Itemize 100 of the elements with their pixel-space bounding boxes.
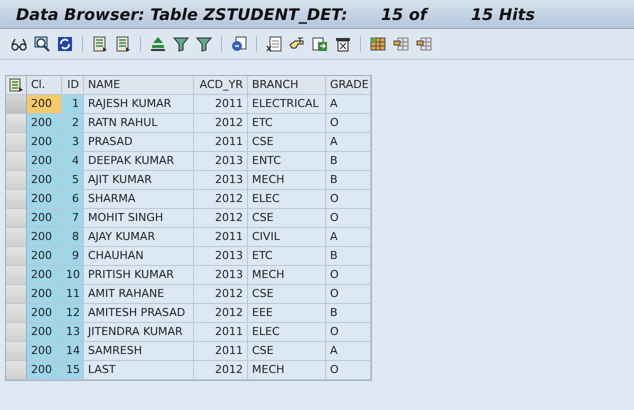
list-document-icon[interactable] [91, 35, 109, 53]
table-cell: 200 [27, 95, 62, 114]
table-cell: 200 [27, 247, 62, 266]
table-cell: O [326, 285, 371, 304]
table-cell: MECH [248, 361, 326, 380]
table-cell: A [326, 342, 371, 361]
table-cell: 2011 [194, 133, 248, 152]
table-cell: 12 [62, 304, 84, 323]
refresh-icon[interactable] [56, 35, 74, 53]
column-header[interactable]: GRADE [326, 76, 371, 95]
table-cell: 2011 [194, 228, 248, 247]
table-cell: SAMRESH [84, 342, 194, 361]
table-cell: A [326, 228, 371, 247]
table-cell: O [326, 266, 371, 285]
table-cell: B [326, 152, 371, 171]
table-cell: 200 [27, 133, 62, 152]
table-cell: 10 [62, 266, 84, 285]
export-icon[interactable] [311, 35, 329, 53]
table-cell: 14 [62, 342, 84, 361]
table-cell: ELECTRICAL [248, 95, 326, 114]
table-cell: 4 [62, 152, 84, 171]
table-cell: 2 [62, 114, 84, 133]
table-cell: B [326, 171, 371, 190]
list-document-icon[interactable] [9, 78, 23, 92]
table-cell: SHARMA [84, 190, 194, 209]
table-cell: 13 [62, 323, 84, 342]
table-cell: MOHIT SINGH [84, 209, 194, 228]
table-cell: MECH [248, 266, 326, 285]
table-cell: 2012 [194, 209, 248, 228]
table-cell: 8 [62, 228, 84, 247]
table-cell: ETC [248, 114, 326, 133]
table-cell: PRASAD [84, 133, 194, 152]
table-cell: 200 [27, 190, 62, 209]
table-cell: 200 [27, 228, 62, 247]
table-cell: 6 [62, 190, 84, 209]
table-cell: AJAY KUMAR [84, 228, 194, 247]
table-cell: ENTC [248, 152, 326, 171]
table-cell: CIVIL [248, 228, 326, 247]
table-cell: 2012 [194, 114, 248, 133]
table-cell: 200 [27, 266, 62, 285]
table-cell: 11 [62, 285, 84, 304]
list-document-icon[interactable] [114, 35, 132, 53]
table-cell: 2012 [194, 285, 248, 304]
table-cell: MECH [248, 171, 326, 190]
table-cell: 2011 [194, 323, 248, 342]
table-cell: 15 [62, 361, 84, 380]
stack-icon[interactable] [149, 35, 167, 53]
column-header[interactable]: ID [62, 76, 84, 95]
layout-button[interactable] [6, 76, 27, 95]
pages-icon[interactable] [230, 35, 248, 53]
table-cell: 2012 [194, 361, 248, 380]
search-icon[interactable] [33, 35, 51, 53]
table-cell: O [326, 190, 371, 209]
table-cell: A [326, 95, 371, 114]
spreadsheet-icon[interactable] [265, 35, 283, 53]
table-cell: CHAUHAN [84, 247, 194, 266]
table-cell: RAJESH KUMAR [84, 95, 194, 114]
column-header[interactable]: BRANCH [248, 76, 326, 95]
funnel-icon[interactable] [172, 35, 190, 53]
table-cell: 7 [62, 209, 84, 228]
hit-total: 15 Hits [471, 4, 535, 24]
table-cell: 2011 [194, 95, 248, 114]
table-cell: 5 [62, 171, 84, 190]
table-cell: A [326, 133, 371, 152]
table-cell: 1 [62, 95, 84, 114]
table-cell: RATN RAHUL [84, 114, 194, 133]
table-cell: ELEC [248, 323, 326, 342]
table-cell: 200 [27, 361, 62, 380]
table-cell: B [326, 304, 371, 323]
table-cell: DEEPAK KUMAR [84, 152, 194, 171]
table-cell: 200 [27, 285, 62, 304]
funnel-icon[interactable] [195, 35, 213, 53]
table-cell: 2012 [194, 304, 248, 323]
column-header[interactable]: ACD_YR [194, 76, 248, 95]
table-cell: 2013 [194, 152, 248, 171]
table-cell: 2013 [194, 266, 248, 285]
table-cell: CSE [248, 342, 326, 361]
table-cell: LAST [84, 361, 194, 380]
column-header[interactable]: Cl. [27, 76, 62, 95]
table-cell: 3 [62, 133, 84, 152]
table-cell: ELEC [248, 190, 326, 209]
table-cell: JITENDRA KUMAR [84, 323, 194, 342]
table-cell: EEE [248, 304, 326, 323]
table-cell: 2013 [194, 171, 248, 190]
column-grid-icon[interactable] [392, 35, 410, 53]
table-cell: 200 [27, 304, 62, 323]
column-header[interactable]: NAME [84, 76, 194, 95]
table-cell: CSE [248, 285, 326, 304]
table-cell: 2012 [194, 190, 248, 209]
table-cell: O [326, 114, 371, 133]
table-cell: ETC [248, 247, 326, 266]
table-cell: CSE [248, 133, 326, 152]
table-cell: O [326, 361, 371, 380]
table-cell: AMITESH PRASAD [84, 304, 194, 323]
table-cell: O [326, 323, 371, 342]
table-cell: 200 [27, 152, 62, 171]
column-grid-icon[interactable] [415, 35, 433, 53]
grid-icon[interactable] [369, 35, 387, 53]
table-cell: AJIT KUMAR [84, 171, 194, 190]
table-cell: B [326, 247, 371, 266]
